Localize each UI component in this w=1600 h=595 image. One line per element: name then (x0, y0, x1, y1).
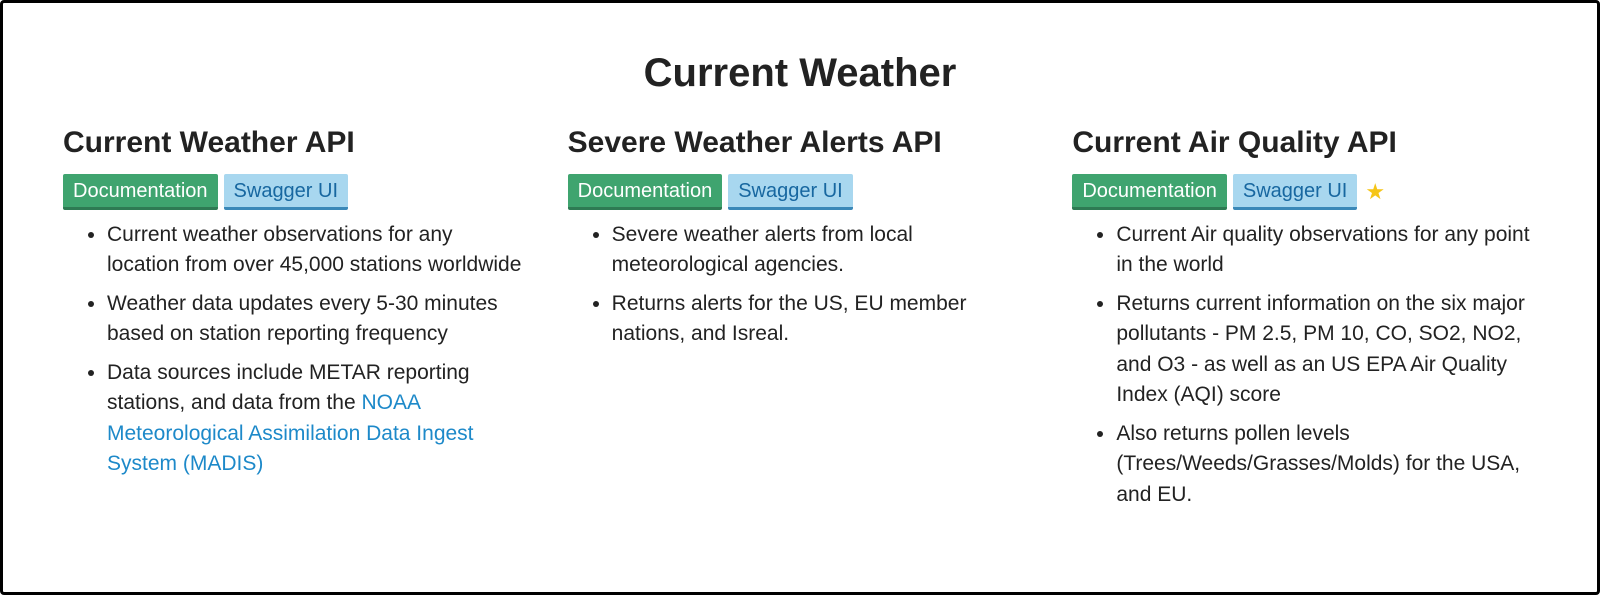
feature-list: Severe weather alerts from local meteoro… (568, 220, 1033, 350)
page-frame: Current Weather Current Weather API Docu… (0, 0, 1600, 595)
button-row: Documentation Swagger UI ★ (1072, 174, 1537, 210)
page-title: Current Weather (63, 51, 1537, 96)
list-item: Also returns pollen levels (Trees/Weeds/… (1116, 419, 1537, 510)
api-card-air-quality: Current Air Quality API Documentation Sw… (1072, 126, 1537, 518)
api-card-severe-weather: Severe Weather Alerts API Documentation … (568, 126, 1033, 518)
list-item: Data sources include METAR reporting sta… (107, 358, 528, 480)
list-item: Returns current information on the six m… (1116, 289, 1537, 411)
swagger-ui-button[interactable]: Swagger UI (1233, 174, 1358, 210)
list-item: Current Air quality observations for any… (1116, 220, 1537, 281)
button-row: Documentation Swagger UI (568, 174, 1033, 210)
list-item: Current weather observations for any loc… (107, 220, 528, 281)
documentation-button[interactable]: Documentation (63, 174, 218, 210)
list-item: Weather data updates every 5-30 minutes … (107, 289, 528, 350)
button-row: Documentation Swagger UI (63, 174, 528, 210)
swagger-ui-button[interactable]: Swagger UI (224, 174, 349, 210)
swagger-ui-button[interactable]: Swagger UI (728, 174, 853, 210)
api-title: Current Weather API (63, 126, 528, 160)
api-card-current-weather: Current Weather API Documentation Swagge… (63, 126, 528, 518)
api-title: Current Air Quality API (1072, 126, 1537, 160)
feature-list: Current Air quality observations for any… (1072, 220, 1537, 510)
documentation-button[interactable]: Documentation (568, 174, 723, 210)
feature-list: Current weather observations for any loc… (63, 220, 528, 480)
api-title: Severe Weather Alerts API (568, 126, 1033, 160)
list-item: Severe weather alerts from local meteoro… (612, 220, 1033, 281)
star-icon: ★ (1365, 181, 1385, 203)
documentation-button[interactable]: Documentation (1072, 174, 1227, 210)
columns: Current Weather API Documentation Swagge… (63, 126, 1537, 518)
list-item: Returns alerts for the US, EU member nat… (612, 289, 1033, 350)
